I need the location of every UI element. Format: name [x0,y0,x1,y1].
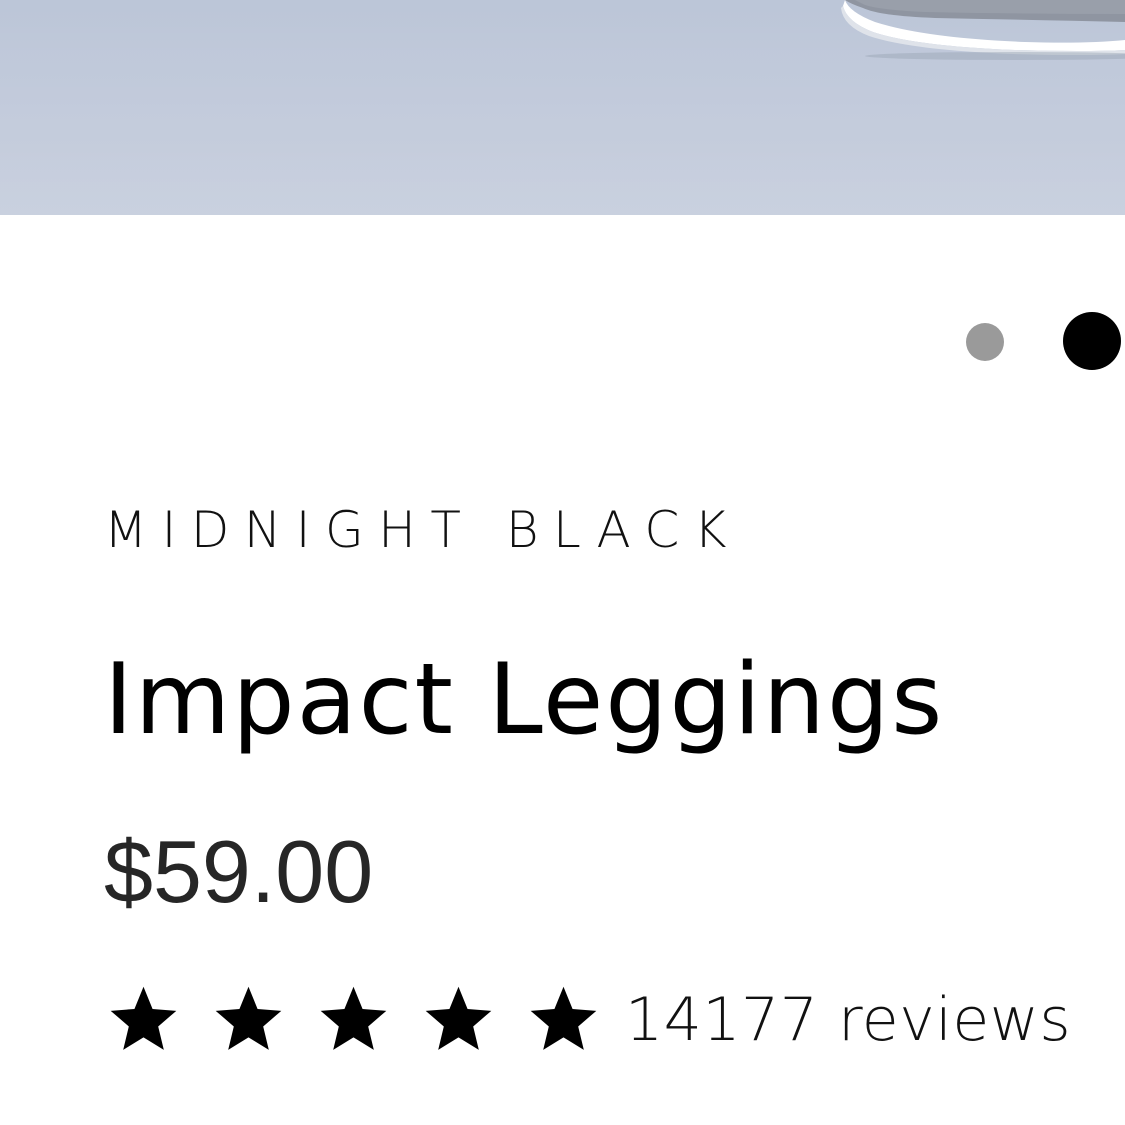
product-rating[interactable]: 14177 reviews [104,980,1071,1060]
product-price: $59.00 [104,822,374,921]
carousel-dot-1[interactable] [966,323,1004,361]
star-icon [530,986,597,1050]
star-icon [215,986,282,1050]
carousel-pagination [966,312,1125,370]
product-variant-name: MIDNIGHT BLACK [104,501,742,559]
star-icon [425,986,492,1050]
star-icon [110,986,177,1050]
carousel-dot-2-active[interactable] [1063,312,1121,370]
product-title: Impact Leggings [104,643,945,757]
review-count-link[interactable]: 14177 reviews [625,980,1071,1060]
product-page: MIDNIGHT BLACK Impact Leggings $59.00 14… [0,0,1125,1125]
product-image[interactable] [0,0,1125,215]
star-icon [320,986,387,1050]
sneaker-image [841,0,1125,60]
